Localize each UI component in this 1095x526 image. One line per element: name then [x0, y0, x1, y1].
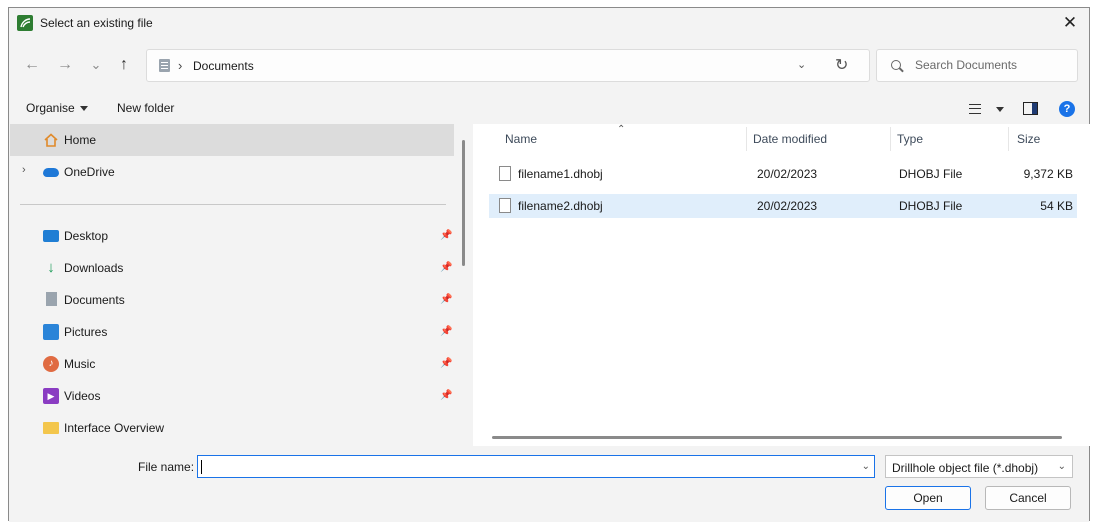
- music-icon: ♪: [43, 356, 59, 372]
- sidebar-item-label: Documents: [64, 293, 125, 307]
- column-divider[interactable]: [1008, 127, 1009, 151]
- download-icon: ↓: [47, 259, 55, 276]
- file-name-label: File name:: [138, 460, 195, 474]
- breadcrumb-documents[interactable]: Documents: [193, 59, 254, 73]
- home-icon: [44, 133, 58, 147]
- pictures-icon: [43, 324, 59, 340]
- view-dropdown-icon[interactable]: [996, 107, 1004, 112]
- sort-ascending-icon: ⌃: [617, 124, 626, 135]
- column-header-name[interactable]: Name: [505, 132, 537, 146]
- navigation-bar: ← → ⌄ ↑ › Documents ⌄ ↻: [9, 46, 1089, 86]
- file-name-field[interactable]: ⌄: [197, 455, 875, 478]
- desktop-icon: [43, 230, 59, 242]
- documents-icon: [159, 59, 170, 72]
- pin-icon[interactable]: 📌: [440, 294, 452, 305]
- help-icon[interactable]: ?: [1059, 101, 1075, 117]
- file-name: filename2.dhobj: [518, 199, 603, 213]
- sidebar-item-label: Interface Overview: [64, 421, 165, 435]
- preview-pane-icon[interactable]: [1023, 102, 1038, 115]
- sidebar-item-label: Downloads: [64, 261, 124, 275]
- file-dialog: Select an existing file ✕ ← → ⌄ ↑ › Docu…: [8, 7, 1090, 522]
- file-list: ⌃ Name Date modified Type Size filename1…: [473, 124, 1090, 446]
- recent-locations-chevron-icon[interactable]: ⌄: [85, 54, 107, 76]
- file-date: 20/02/2023: [757, 167, 818, 181]
- search-input[interactable]: [915, 58, 1065, 72]
- sidebar-item-label: Pictures: [64, 325, 108, 339]
- onedrive-icon: [43, 168, 59, 177]
- pin-icon[interactable]: 📌: [440, 262, 452, 273]
- back-arrow-icon[interactable]: ←: [21, 54, 43, 76]
- file-icon: [499, 166, 511, 181]
- column-header-date-modified[interactable]: Date modified: [753, 132, 827, 146]
- file-type-filter[interactable]: Drillhole object file (*.dhobj) ⌄: [885, 455, 1073, 478]
- pin-icon[interactable]: 📌: [440, 230, 452, 241]
- sidebar-item-downloads[interactable]: ↓ Downloads 📌: [10, 252, 454, 284]
- forward-arrow-icon[interactable]: →: [54, 54, 76, 76]
- file-name-dropdown-icon[interactable]: ⌄: [862, 461, 870, 472]
- column-header-type[interactable]: Type: [897, 132, 923, 146]
- pin-icon[interactable]: 📌: [440, 326, 452, 337]
- filter-dropdown-icon[interactable]: ⌄: [1058, 461, 1066, 472]
- organise-dropdown-icon: [79, 106, 88, 112]
- file-size: 9,372 KB: [1023, 167, 1073, 181]
- file-row[interactable]: filename2.dhobj 20/02/2023 DHOBJ File 54…: [489, 194, 1077, 218]
- file-icon: [499, 198, 511, 213]
- sidebar-item-videos[interactable]: ▶ Videos 📌: [10, 380, 454, 412]
- sidebar-item-documents[interactable]: Documents 📌: [10, 284, 454, 316]
- file-name-input[interactable]: [201, 459, 841, 473]
- sidebar-item-pictures[interactable]: Pictures 📌: [10, 316, 454, 348]
- pin-icon[interactable]: 📌: [440, 358, 452, 369]
- sidebar-item-music[interactable]: ♪ Music 📌: [10, 348, 454, 380]
- sidebar-item-desktop[interactable]: Desktop 📌: [10, 220, 454, 252]
- text-caret: [201, 460, 202, 474]
- organise-label: Organise: [26, 101, 75, 115]
- file-name: filename1.dhobj: [518, 167, 603, 181]
- refresh-icon[interactable]: ↻: [835, 55, 848, 75]
- sidebar-item-onedrive[interactable]: › OneDrive: [10, 156, 454, 188]
- sidebar-item-interface-overview[interactable]: Interface Overview: [10, 412, 454, 444]
- nav-divider: [20, 204, 446, 205]
- address-dropdown-icon[interactable]: ⌄: [797, 58, 806, 71]
- file-list-scrollbar[interactable]: [492, 436, 1062, 439]
- bottom-panel: File name: ⌄ Drillhole object file (*.dh…: [9, 446, 1089, 522]
- expand-chevron-icon[interactable]: ›: [22, 164, 26, 176]
- cancel-button[interactable]: Cancel: [985, 486, 1071, 510]
- documents-icon: [46, 292, 57, 306]
- breadcrumb-chevron-icon[interactable]: ›: [178, 58, 182, 73]
- window-title: Select an existing file: [40, 16, 153, 30]
- nav-scrollbar[interactable]: [462, 140, 465, 266]
- title-bar: Select an existing file ✕: [9, 8, 1089, 38]
- organise-button[interactable]: Organise: [26, 101, 88, 115]
- search-icon: [891, 60, 901, 70]
- app-logo-icon: [17, 15, 33, 31]
- search-box[interactable]: [876, 49, 1078, 82]
- sidebar-item-label: Music: [64, 357, 96, 371]
- sidebar-item-home[interactable]: Home: [10, 124, 454, 156]
- videos-icon: ▶: [43, 388, 59, 404]
- navigation-pane: Home › OneDrive Desktop 📌 ↓ Downloads 📌 …: [10, 124, 465, 446]
- column-header-size[interactable]: Size: [1017, 132, 1040, 146]
- open-button[interactable]: Open: [885, 486, 971, 510]
- view-options-icon[interactable]: [969, 104, 981, 114]
- file-date: 20/02/2023: [757, 199, 818, 213]
- sidebar-item-label: Videos: [64, 389, 101, 403]
- column-divider[interactable]: [890, 127, 891, 151]
- up-arrow-icon[interactable]: ↑: [113, 54, 135, 76]
- file-type-filter-value: Drillhole object file (*.dhobj): [892, 461, 1039, 475]
- new-folder-button[interactable]: New folder: [117, 101, 174, 115]
- file-size: 54 KB: [1040, 199, 1073, 213]
- command-bar: Organise New folder ?: [9, 94, 1089, 124]
- pin-icon[interactable]: 📌: [440, 390, 452, 401]
- file-type: DHOBJ File: [899, 167, 963, 181]
- sidebar-item-label: Home: [64, 133, 97, 147]
- sidebar-item-label: Desktop: [64, 229, 109, 243]
- column-divider[interactable]: [746, 127, 747, 151]
- file-row[interactable]: filename1.dhobj 20/02/2023 DHOBJ File 9,…: [489, 162, 1077, 186]
- file-type: DHOBJ File: [899, 199, 963, 213]
- close-icon[interactable]: ✕: [1059, 12, 1081, 34]
- folder-icon: [43, 422, 59, 434]
- address-bar[interactable]: › Documents ⌄ ↻: [146, 49, 870, 82]
- sidebar-item-label: OneDrive: [64, 165, 115, 179]
